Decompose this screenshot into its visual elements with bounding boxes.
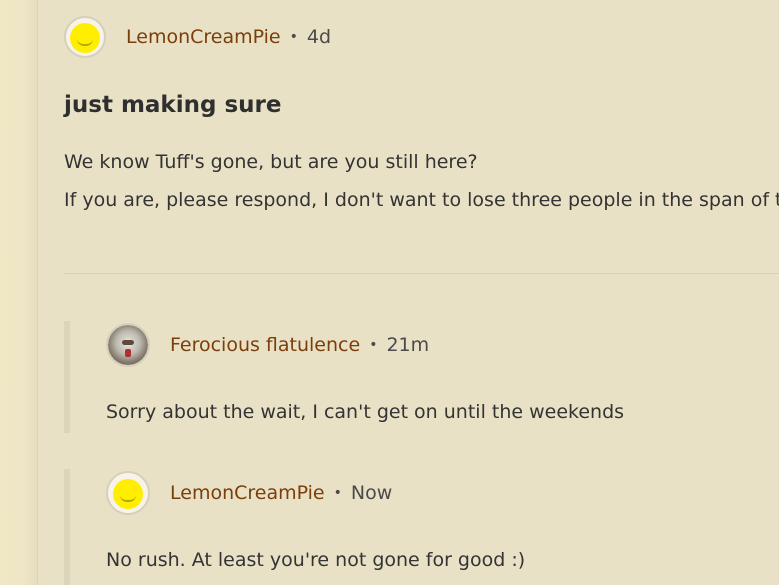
reply-indent-bar <box>64 469 70 585</box>
separator-dot: • <box>333 485 342 501</box>
reply-author-link[interactable]: Ferocious flatulence <box>170 334 360 356</box>
post-author-link[interactable]: LemonCreamPie <box>126 26 281 48</box>
post-header: LemonCreamPie • 4d <box>64 14 331 60</box>
separator-dot: • <box>369 337 378 353</box>
yellow-smiley-avatar-icon <box>70 23 100 53</box>
yellow-smiley-avatar-icon <box>113 479 143 509</box>
reply-text: Sorry about the wait, I can't get on unt… <box>106 401 625 423</box>
reply-author-avatar[interactable] <box>106 323 150 367</box>
reply-timestamp: 21m <box>386 334 430 356</box>
reply-text: No rush. At least you're not gone for go… <box>106 549 526 571</box>
divider <box>64 273 779 274</box>
clown-avatar-icon <box>108 325 148 365</box>
reply-item: LemonCreamPie • Now No rush. At least yo… <box>64 469 779 585</box>
reply-item: Ferocious flatulence • 21m Sorry about t… <box>64 321 779 433</box>
reply-header: Ferocious flatulence • 21m <box>106 323 429 367</box>
separator-dot: • <box>289 29 298 45</box>
reply-author-avatar[interactable] <box>106 471 150 515</box>
reply-header: LemonCreamPie • Now <box>106 471 392 515</box>
author-avatar[interactable] <box>64 16 106 58</box>
left-sidebar-strip <box>0 0 38 585</box>
forum-post: LemonCreamPie • 4d just making sure We k… <box>64 0 779 585</box>
post-timestamp: 4d <box>306 26 332 48</box>
reply-author-link[interactable]: LemonCreamPie <box>170 482 325 504</box>
post-body-line: If you are, please respond, I don't want… <box>64 189 779 211</box>
reply-indent-bar <box>64 321 70 433</box>
post-title: just making sure <box>64 92 282 118</box>
post-body-line: We know Tuff's gone, but are you still h… <box>64 151 478 173</box>
reply-timestamp: Now <box>350 482 393 504</box>
